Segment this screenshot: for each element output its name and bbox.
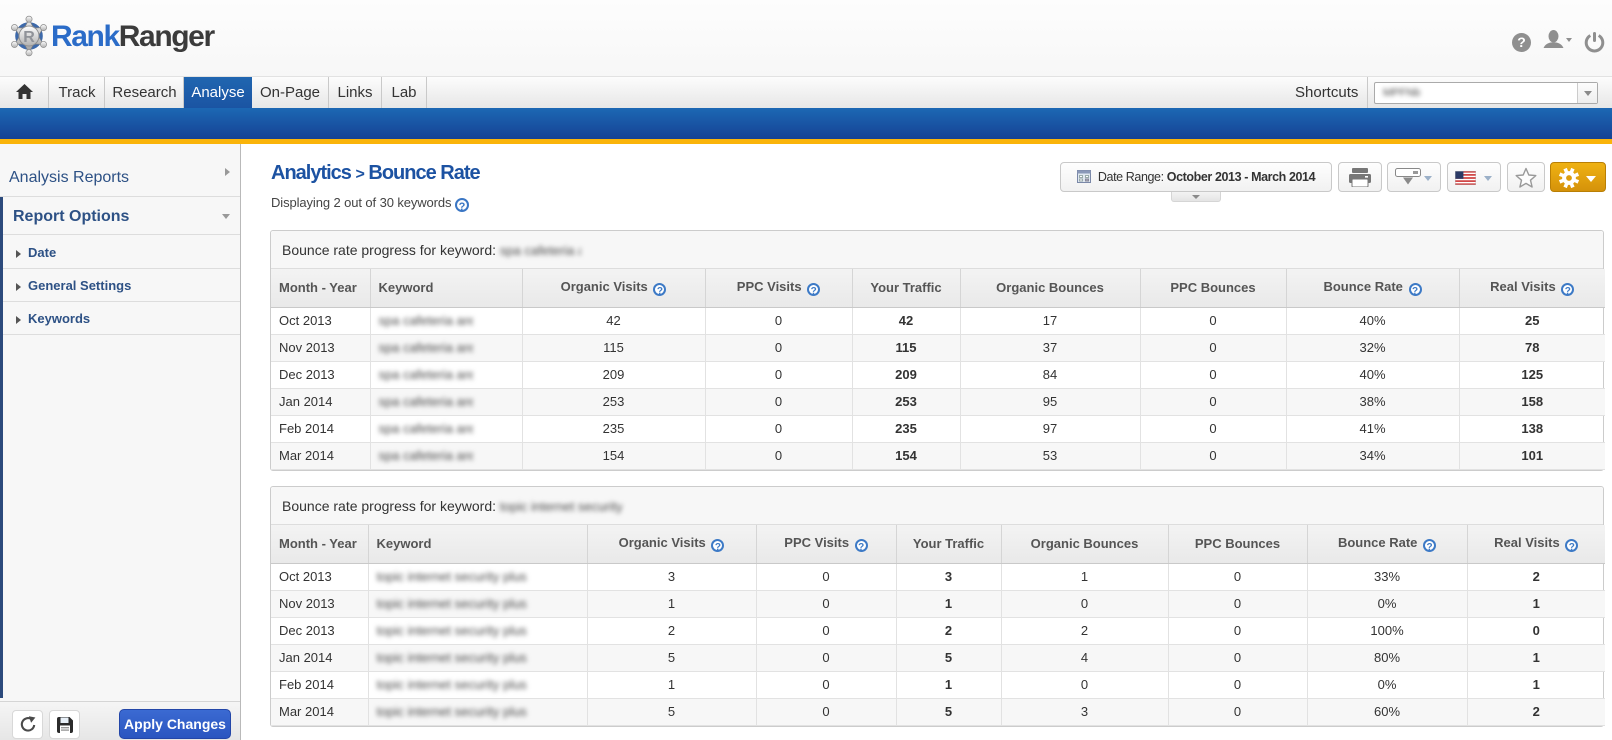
svg-text:R: R [23,29,35,46]
